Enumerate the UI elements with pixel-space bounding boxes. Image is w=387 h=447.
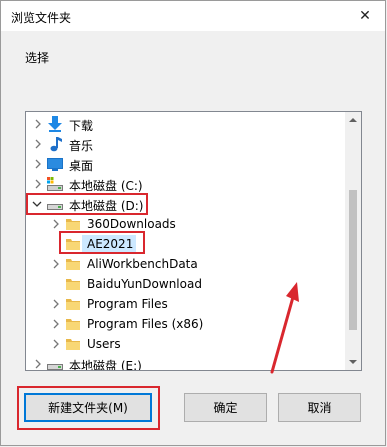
download-arrow-icon — [47, 116, 63, 132]
tree-item-label: 360Downloads — [87, 217, 176, 231]
drive-icon — [47, 356, 63, 370]
folder-icon — [65, 256, 81, 272]
chevron-right-icon[interactable] — [33, 158, 43, 170]
ok-button[interactable]: 确定 — [184, 393, 267, 422]
folder-icon — [65, 316, 81, 332]
folder-icon — [65, 216, 81, 232]
close-button[interactable]: ✕ — [345, 1, 385, 31]
tree-item-drive-c[interactable]: 本地磁盘 (C:) — [26, 174, 346, 194]
browse-folder-dialog: 浏览文件夹 ✕ 选择 下载 音乐 桌面 本地磁盘 (C:) 本地磁盘 (D:) … — [0, 0, 386, 446]
vertical-scrollbar[interactable] — [345, 112, 361, 370]
annotation-box-ae2021 — [59, 231, 145, 254]
window-title: 浏览文件夹 — [11, 11, 72, 25]
tree-item-folder[interactable]: AliWorkbenchData — [26, 254, 346, 274]
scrollbar-thumb[interactable] — [349, 190, 357, 330]
scroll-up-button[interactable] — [345, 112, 361, 128]
tree-item-label: 桌面 — [69, 159, 94, 173]
folder-icon — [65, 336, 81, 352]
tree-item-downloads[interactable]: 下载 — [26, 114, 346, 134]
tree-item-label: BaiduYunDownload — [87, 277, 202, 291]
chevron-down-icon — [349, 360, 357, 364]
annotation-arrow-icon — [270, 282, 299, 374]
close-icon: ✕ — [359, 8, 371, 24]
chevron-right-icon[interactable] — [51, 218, 61, 230]
drive-icon — [47, 176, 63, 192]
tree-item-label: 音乐 — [69, 139, 94, 153]
tree-item-music[interactable]: 音乐 — [26, 134, 346, 154]
folder-icon — [65, 276, 81, 292]
desktop-icon — [47, 156, 63, 172]
title-bar: 浏览文件夹 ✕ — [1, 1, 385, 31]
tree-item-label: Users — [87, 337, 121, 351]
tree-item-label: Program Files (x86) — [87, 317, 204, 331]
chevron-right-icon[interactable] — [51, 298, 61, 310]
tree-item-label: 本地磁盘 (E:) — [69, 359, 142, 371]
tree-item-desktop[interactable]: 桌面 — [26, 154, 346, 174]
tree-item-label: Program Files — [87, 297, 168, 311]
ok-button-label: 确定 — [213, 401, 238, 415]
tree-item-label: 下载 — [69, 119, 94, 133]
chevron-right-icon[interactable] — [33, 138, 43, 150]
chevron-right-icon[interactable] — [51, 318, 61, 330]
tree-item-label: AliWorkbenchData — [87, 257, 198, 271]
chevron-right-icon[interactable] — [51, 338, 61, 350]
chevron-right-icon[interactable] — [33, 178, 43, 190]
music-note-icon — [47, 136, 63, 152]
chevron-up-icon — [349, 118, 357, 122]
folder-icon — [65, 296, 81, 312]
annotation-box-new-folder — [17, 386, 160, 430]
cancel-button[interactable]: 取消 — [278, 393, 361, 422]
prompt-label: 选择 — [25, 51, 50, 65]
cancel-button-label: 取消 — [307, 401, 332, 415]
scroll-down-button[interactable] — [345, 354, 361, 370]
chevron-right-icon[interactable] — [33, 118, 43, 130]
tree-item-label: 本地磁盘 (C:) — [69, 179, 143, 193]
annotation-box-drive-d — [26, 193, 148, 215]
chevron-right-icon[interactable] — [33, 358, 43, 370]
chevron-right-icon[interactable] — [51, 258, 61, 270]
